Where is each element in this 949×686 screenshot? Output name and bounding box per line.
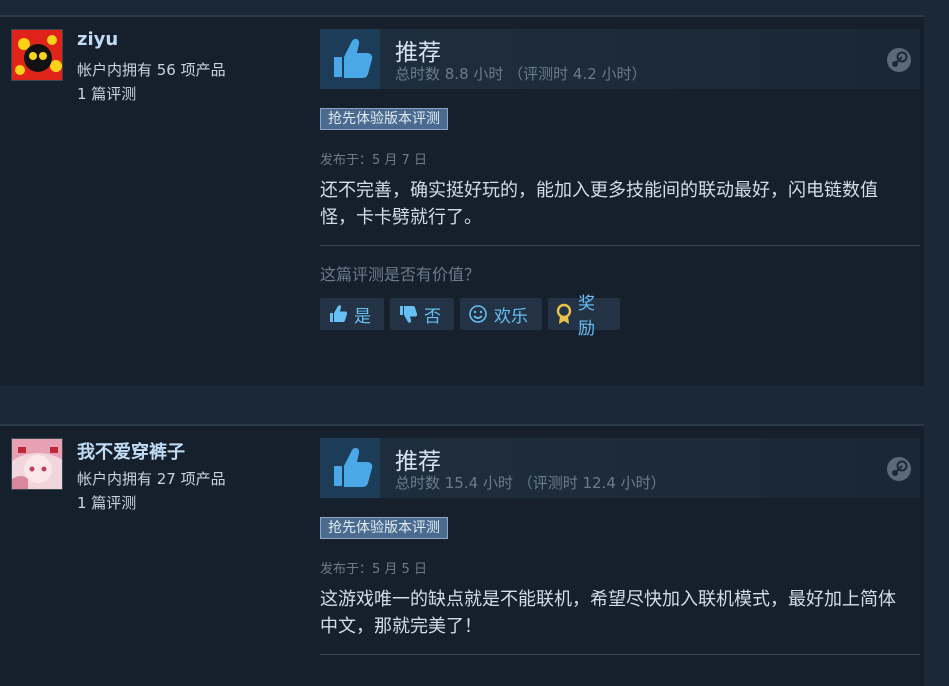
vote-no-button[interactable]: 否: [390, 298, 454, 330]
vote-funny-label: 欢乐: [494, 306, 528, 327]
review-card: ziyu 帐户内拥有 56 项产品 1 篇评测 推荐 总时数 8.8 小时 （评…: [0, 15, 924, 386]
thumbs-up-icon: [320, 29, 380, 89]
award-button[interactable]: 奖励: [548, 294, 620, 339]
award-icon: [556, 303, 572, 325]
early-access-badge: 抢先体验版本评测: [320, 108, 448, 130]
thumbs-up-icon: [320, 438, 380, 498]
review-count[interactable]: 1 篇评测: [77, 83, 136, 104]
thumbs-up-small-icon: [328, 304, 348, 324]
review-card: 我不爱穿裤子 帐户内拥有 27 项产品 1 篇评测 推荐 总时数 15.4 小时…: [0, 424, 924, 686]
award-label: 奖励: [578, 294, 595, 339]
user-avatar[interactable]: [11, 29, 63, 81]
posted-date: 发布于：5 月 7 日: [320, 153, 427, 168]
smiley-icon: [468, 304, 488, 324]
review-text: 这游戏唯一的缺点就是不能联机，希望尽快加入联机模式，最好加上简体中文，那就完美了…: [320, 589, 896, 637]
playtime: 总时数 8.8 小时 （评测时 4.2 小时）: [395, 65, 647, 83]
products-owned[interactable]: 帐户内拥有 27 项产品: [77, 468, 226, 489]
early-access-badge: 抢先体验版本评测: [320, 517, 448, 539]
verdict-title: 推荐: [395, 449, 441, 475]
username[interactable]: ziyu: [77, 29, 118, 50]
vote-funny-button[interactable]: 欢乐: [460, 298, 542, 330]
divider: [320, 245, 920, 246]
playtime: 总时数 15.4 小时 （评测时 12.4 小时）: [395, 474, 666, 492]
review-count[interactable]: 1 篇评测: [77, 492, 136, 513]
steam-logo-icon: [886, 47, 912, 73]
divider: [320, 654, 920, 655]
verdict-bar[interactable]: 推荐 总时数 15.4 小时 （评测时 12.4 小时）: [320, 438, 920, 498]
user-avatar[interactable]: [11, 438, 63, 490]
helpful-question: 这篇评测是否有价值？: [320, 265, 481, 284]
vote-no-label: 否: [424, 306, 441, 327]
verdict-bar[interactable]: 推荐 总时数 8.8 小时 （评测时 4.2 小时）: [320, 29, 920, 89]
thumbs-down-small-icon: [398, 304, 418, 324]
posted-date: 发布于：5 月 5 日: [320, 562, 427, 577]
vote-yes-button[interactable]: 是: [320, 298, 384, 330]
steam-logo-icon: [886, 456, 912, 482]
verdict-title: 推荐: [395, 40, 441, 66]
username[interactable]: 我不爱穿裤子: [77, 438, 185, 464]
review-text: 还不完善，确实挺好玩的，能加入更多技能间的联动最好，闪电链数值怪，卡卡劈就行了。: [320, 180, 878, 228]
products-owned[interactable]: 帐户内拥有 56 项产品: [77, 59, 226, 80]
vote-yes-label: 是: [354, 306, 371, 327]
